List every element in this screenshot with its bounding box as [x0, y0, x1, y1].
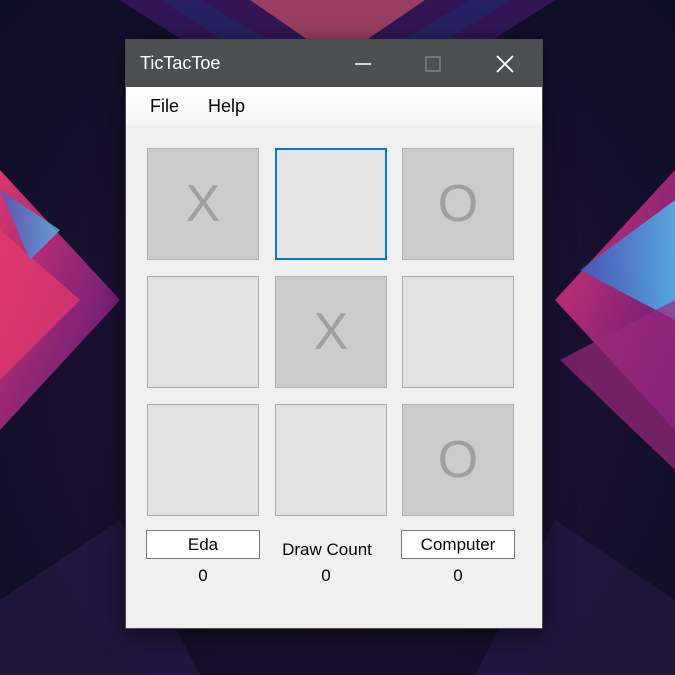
player2-name-box[interactable]: Computer	[401, 530, 515, 559]
board-cell-3[interactable]: O	[402, 148, 514, 260]
player2-score: 0	[453, 566, 463, 585]
close-icon	[496, 54, 514, 73]
minimize-button[interactable]	[328, 40, 398, 87]
cell-mark: X	[313, 303, 349, 361]
player1-score: 0	[198, 566, 208, 585]
board-cell-9[interactable]: O	[402, 404, 514, 516]
minimize-icon	[355, 62, 371, 65]
window-title: TicTacToe	[140, 53, 221, 73]
app-window: TicTacToe File Help X O X O Eda 0 Draw C…	[126, 40, 542, 628]
menu-file[interactable]: File	[150, 96, 179, 117]
maximize-icon	[425, 55, 441, 72]
board-cell-7[interactable]	[147, 404, 259, 516]
board-cell-2[interactable]	[275, 148, 387, 260]
menu-bar: File Help	[126, 87, 542, 125]
cell-mark: O	[437, 431, 479, 489]
board-cell-6[interactable]	[402, 276, 514, 388]
cell-mark: X	[185, 175, 221, 233]
menu-help[interactable]: Help	[208, 96, 245, 117]
player2-name: Computer	[420, 534, 496, 554]
board-cell-1[interactable]: X	[147, 148, 259, 260]
close-button[interactable]	[470, 40, 540, 87]
cell-mark: O	[437, 175, 479, 233]
draw-score: 0	[321, 566, 331, 585]
player1-name-box[interactable]: Eda	[146, 530, 260, 559]
board-cell-4[interactable]	[147, 276, 259, 388]
maximize-button[interactable]	[398, 40, 468, 87]
title-bar[interactable]: TicTacToe	[126, 40, 542, 87]
player1-name: Eda	[187, 534, 219, 554]
board-cell-5[interactable]: X	[275, 276, 387, 388]
draw-count-label: Draw Count	[282, 540, 372, 559]
board-cell-8[interactable]	[275, 404, 387, 516]
